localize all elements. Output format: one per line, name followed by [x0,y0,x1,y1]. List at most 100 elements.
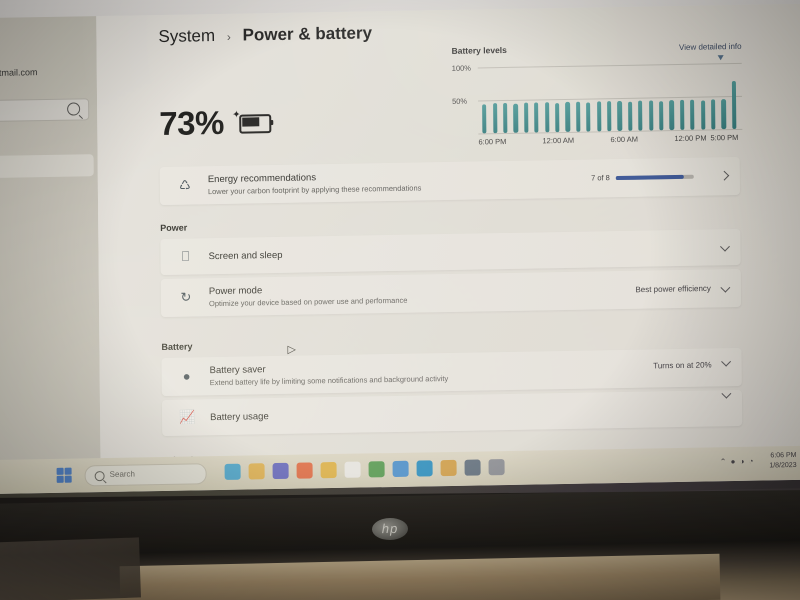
power-mode-title: Power mode [208,285,263,298]
sidebar-item-personalization[interactable]: tion [0,235,100,248]
sidebar-item-windows-update[interactable]: Update [0,402,102,415]
folder-icon[interactable] [320,461,337,479]
widgets-icon[interactable] [224,463,241,480]
sidebar-item-privacy-security[interactable]: security [0,378,102,391]
chart-bar [513,103,519,133]
page-title: Power & battery [242,23,373,45]
chevron-down-icon[interactable] [720,282,731,293]
x-tick-3: 6:00 AM [610,134,639,145]
teams-icon[interactable] [272,462,289,480]
sidebar-item-bluetooth-devices[interactable]: devices [0,188,100,201]
chart-bar [534,102,539,133]
power-mode-row[interactable]: ↻ Power mode Optimize your device based … [160,268,742,318]
sidebar-search-input[interactable] [0,98,90,123]
chart-bar [638,100,643,131]
chart-plot-area [480,63,741,134]
chart-bar [596,101,602,132]
chart-bar [627,101,633,131]
chart-bar [555,103,560,133]
energy-progress-bar [615,174,694,181]
breadcrumb-root[interactable]: System [158,26,215,46]
battery-saver-subtitle: Extend battery life by limiting some not… [209,374,449,388]
energy-recommendations-card[interactable]: ♺ Energy recommendations Lower your carb… [159,156,740,206]
x-tick-2: 12:00 AM [542,135,575,146]
chart-bar [731,80,737,130]
system-tray-icons[interactable]: ⌃ ● ◑ ◔ [720,457,755,467]
battery-usage-row[interactable]: 📈 Battery usage [161,388,743,437]
search-icon [94,471,105,482]
file-explorer-icon[interactable] [248,463,265,480]
battery-percent-label: 73% [159,103,225,143]
energy-progress-label: 7 of 8 [591,173,610,183]
battery-usage-title: Battery usage [210,411,269,424]
screen-icon: ⎕ [181,248,190,264]
clock-time: 6:06 PM [770,451,797,460]
y-tick-50: 50% [452,96,468,106]
chart-title: Battery levels [451,44,507,56]
x-tick-1: 6:00 PM [478,136,507,147]
chart-bar [721,99,727,130]
windows-start-icon[interactable] [56,467,72,483]
laptop-trackpad [0,537,142,600]
amazon-icon[interactable] [344,461,361,478]
energy-recommendations-subtitle: Lower your carbon footprint by applying … [207,183,422,197]
taskbar-clock[interactable]: 6:06 PM 1/8/2023 [769,451,796,471]
battery-saver-value[interactable]: Turns on at 20% [653,360,711,370]
person-icon[interactable] [440,459,457,477]
chart-bar [544,102,550,133]
sidebar-item-network-internet[interactable]: internet [0,211,100,224]
battery-charging-icon [239,114,272,134]
chevron-down-icon[interactable] [720,241,730,252]
x-tick-4: 12:00 PM [674,133,707,144]
minimize-button[interactable]: — [718,0,744,1]
y-tick-100: 100% [451,63,471,73]
taskbar-search-placeholder: Search [109,469,136,479]
sidebar-item-accessibility[interactable]: ty [0,356,102,369]
search-icon [67,102,81,116]
clock-date: 1/8/2023 [769,461,797,470]
battery-saver-icon: ● [182,368,191,384]
chart-bar [617,101,623,132]
chart-bar [607,101,612,132]
settings-sidebar: 5@hotmail.com devices internet tion guag… [0,16,101,488]
charge-marker-icon [717,55,724,61]
photo-scene: — ☐ ✕ 5@hotmail.com devices internet tio… [0,0,800,600]
chart-bar [690,99,695,130]
screen-and-sleep-row[interactable]: ⎕ Screen and sleep [160,228,741,276]
edge-icon[interactable] [416,460,433,477]
laptop-screen: — ☐ ✕ 5@hotmail.com devices internet tio… [0,0,800,494]
calculator-icon[interactable] [392,460,409,477]
power-mode-value[interactable]: Best power efficiency [635,284,711,294]
battery-saver-title: Battery saver [209,364,266,377]
taskbar-search-input[interactable]: Search [84,463,207,487]
account-email: 5@hotmail.com [0,67,38,79]
settings-main-pane: System › Power & battery 73% ✦ Battery l… [96,3,800,487]
chevron-right-icon[interactable] [719,170,730,181]
leaf-badge-icon: ♺ [178,177,191,193]
chart-bar [503,103,508,134]
battery-levels-chart: Battery levels View detailed info 100% 5… [452,41,743,176]
chrome-icon[interactable] [296,462,313,479]
breadcrumb-separator: › [226,29,231,44]
sidebar-selected-highlight [0,154,94,179]
printer-icon[interactable] [488,459,505,476]
chart-bar [523,102,529,133]
view-detailed-info-link[interactable]: View detailed info [679,42,742,52]
power-section-heading: Power [160,222,188,234]
store-icon[interactable] [368,461,385,478]
chevron-down-icon[interactable] [721,388,732,399]
battery-saver-row[interactable]: ● Battery saver Extend battery life by l… [161,347,742,397]
battery-section-heading: Battery [161,341,193,353]
mouse-cursor: ▷ [287,343,296,356]
usage-chart-icon: 📈 [178,409,196,425]
chart-bar [492,103,498,134]
chart-bar [482,104,487,134]
chevron-down-icon[interactable] [721,356,732,367]
x-tick-5: 5:00 PM [710,132,739,143]
chart-bar [575,101,581,132]
chart-bar [565,102,571,132]
sidebar-item-time-language[interactable]: guage [0,307,101,320]
settings-icon[interactable] [464,459,481,476]
maximize-button[interactable]: ☐ [744,0,770,1]
breadcrumb: System › Power & battery [158,23,372,47]
